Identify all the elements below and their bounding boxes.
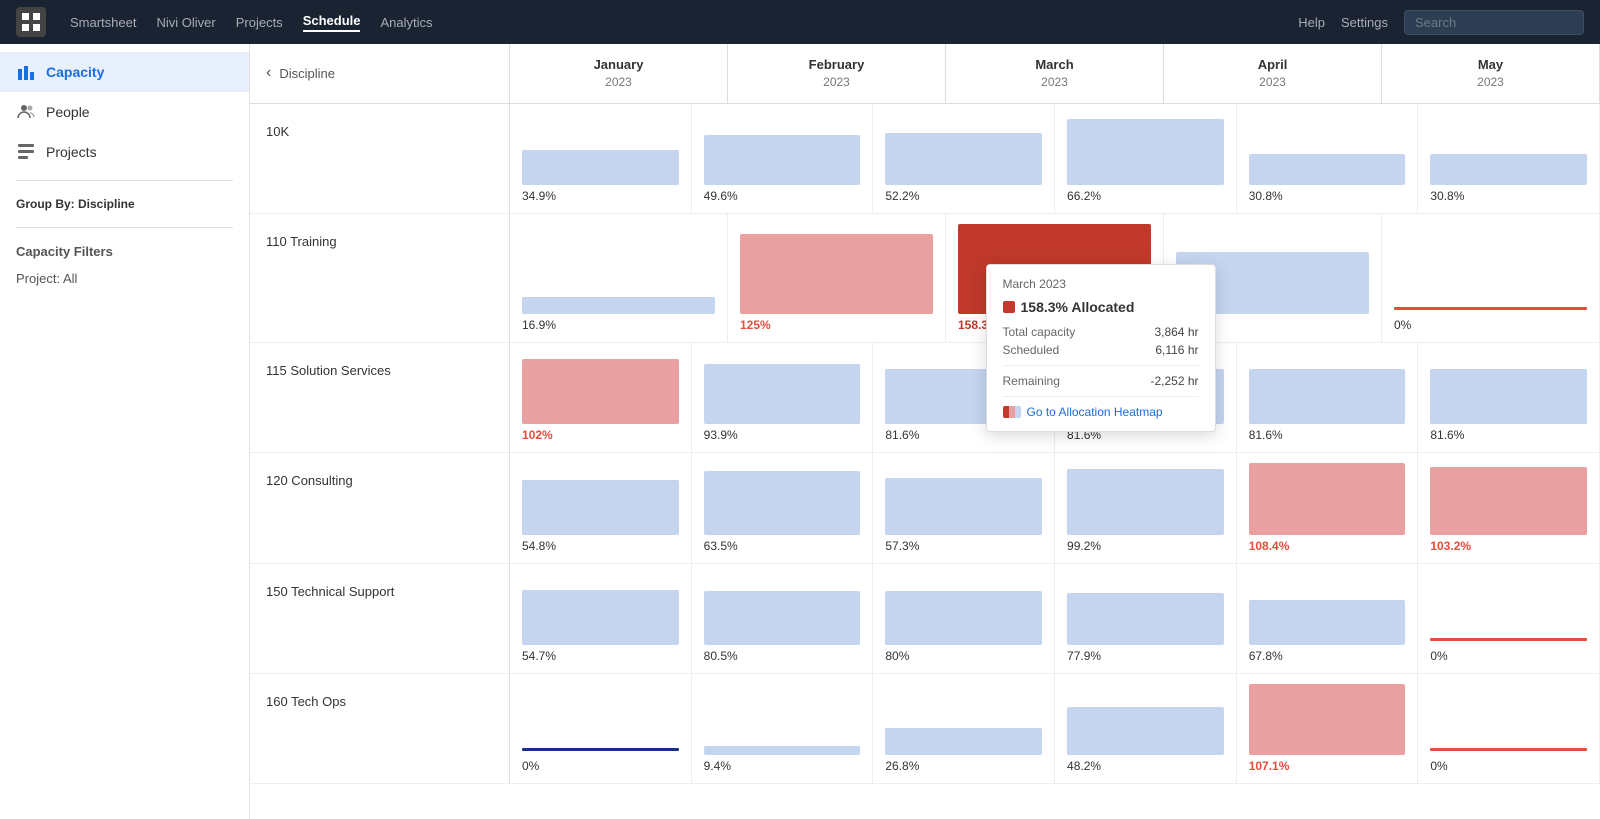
cell-120-may[interactable]: 108.4%: [1237, 453, 1419, 563]
projects-icon: [16, 142, 36, 162]
sidebar-divider: [16, 180, 233, 181]
cell-110-jan[interactable]: 16.9%: [510, 214, 728, 342]
sidebar-divider-2: [16, 227, 233, 228]
cell-10k-feb[interactable]: 49.6%: [692, 104, 874, 213]
main-content: ‹ Discipline January 2023 February 2023 …: [250, 44, 1600, 819]
cell-120-jan[interactable]: 54.8%: [510, 453, 692, 563]
cell-10k-extra[interactable]: 30.8%: [1418, 104, 1600, 213]
cell-115-may[interactable]: 81.6%: [1237, 343, 1419, 452]
people-icon: [16, 102, 36, 122]
cell-10k-may[interactable]: 30.8%: [1237, 104, 1419, 213]
discipline-10k: 10K: [250, 104, 510, 213]
cell-160-extra[interactable]: 0%: [1418, 674, 1600, 783]
sidebar-item-projects[interactable]: Projects: [0, 132, 249, 172]
nav-right: Help Settings: [1298, 10, 1584, 35]
cell-160-mar[interactable]: 26.8%: [873, 674, 1055, 783]
cell-150-feb[interactable]: 80.5%: [692, 564, 874, 673]
cell-160-jan[interactable]: 0%: [510, 674, 692, 783]
nav-schedule[interactable]: Schedule: [303, 13, 361, 32]
cell-120-apr[interactable]: 99.2%: [1055, 453, 1237, 563]
cell-150-may[interactable]: 67.8%: [1237, 564, 1419, 673]
month-header-feb: February 2023: [728, 44, 946, 103]
table-row: 10K 34.9% 49.6% 52.2% 66.2%: [250, 104, 1600, 214]
discipline-160: 160 Tech Ops: [250, 674, 510, 783]
cell-160-may[interactable]: 107.1%: [1237, 674, 1419, 783]
month-header-jan: January 2023: [510, 44, 728, 103]
cell-115-mar[interactable]: 81.6%: [873, 343, 1055, 452]
header-row: ‹ Discipline January 2023 February 2023 …: [250, 44, 1600, 104]
table-row: 115 Solution Services 102% 93.9% 81.6% 8…: [250, 343, 1600, 453]
month-header-apr: April 2023: [1164, 44, 1382, 103]
cell-110-feb[interactable]: 125%: [728, 214, 946, 342]
month-header-mar: March 2023: [946, 44, 1164, 103]
cell-160-apr[interactable]: 48.2%: [1055, 674, 1237, 783]
cell-10k-jan[interactable]: 34.9%: [510, 104, 692, 213]
nav-user[interactable]: Nivi Oliver: [156, 15, 215, 30]
cell-110-may[interactable]: 0%: [1382, 214, 1600, 342]
cell-10k-mar[interactable]: 52.2%: [873, 104, 1055, 213]
search-input[interactable]: [1404, 10, 1584, 35]
cell-115-apr[interactable]: 81.6%: [1055, 343, 1237, 452]
nav-settings[interactable]: Settings: [1341, 15, 1388, 30]
discipline-110-training: 110 Training: [250, 214, 510, 342]
cell-10k-apr[interactable]: 66.2%: [1055, 104, 1237, 213]
nav-projects[interactable]: Projects: [236, 15, 283, 30]
cell-115-feb[interactable]: 93.9%: [692, 343, 874, 452]
top-nav: Smartsheet Nivi Oliver Projects Schedule…: [0, 0, 1600, 44]
cell-150-jan[interactable]: 54.7%: [510, 564, 692, 673]
discipline-120: 120 Consulting: [250, 453, 510, 563]
nav-analytics[interactable]: Analytics: [380, 15, 432, 30]
grid-container: ‹ Discipline January 2023 February 2023 …: [250, 44, 1600, 784]
cell-150-apr[interactable]: 77.9%: [1055, 564, 1237, 673]
capacity-filters-label[interactable]: Capacity Filters: [0, 236, 249, 267]
sidebar-capacity-label: Capacity: [46, 64, 104, 80]
nav-links: Smartsheet Nivi Oliver Projects Schedule…: [70, 13, 433, 32]
cell-150-extra[interactable]: 0%: [1418, 564, 1600, 673]
cell-120-extra[interactable]: 103.2%: [1418, 453, 1600, 563]
cell-150-mar[interactable]: 80%: [873, 564, 1055, 673]
discipline-col-label: Discipline: [279, 66, 335, 81]
sidebar: Capacity People Projects Group By: Disci…: [0, 44, 250, 819]
sidebar-people-label: People: [46, 104, 90, 120]
sidebar-item-capacity[interactable]: Capacity: [0, 52, 249, 92]
cell-120-feb[interactable]: 63.5%: [692, 453, 874, 563]
sidebar-item-people[interactable]: People: [0, 92, 249, 132]
group-by-label: Group By: Discipline: [0, 189, 249, 219]
cell-115-jan[interactable]: 102%: [510, 343, 692, 452]
table-row: 160 Tech Ops 0% 9.4% 26.8% 48: [250, 674, 1600, 784]
sidebar-projects-label: Projects: [46, 144, 97, 160]
table-row: 110 Training 16.9% 125% 158.3% March 202…: [250, 214, 1600, 343]
table-row: 120 Consulting 54.8% 63.5% 57.3% 99.2%: [250, 453, 1600, 564]
back-arrow-icon[interactable]: ‹: [266, 64, 271, 82]
discipline-header: ‹ Discipline: [250, 44, 510, 103]
logo: [16, 7, 46, 37]
cell-110-mar[interactable]: 158.3% March 2023 158.3% Allocated Total…: [946, 214, 1164, 342]
discipline-115: 115 Solution Services: [250, 343, 510, 452]
cell-120-mar[interactable]: 57.3%: [873, 453, 1055, 563]
cell-110-apr[interactable]: 62.1%: [1164, 214, 1382, 342]
layout: Capacity People Projects Group By: Disci…: [0, 44, 1600, 819]
nav-smartsheet[interactable]: Smartsheet: [70, 15, 136, 30]
nav-help[interactable]: Help: [1298, 15, 1325, 30]
month-header-may: May 2023: [1382, 44, 1600, 103]
project-filter-label[interactable]: Project: All: [0, 267, 249, 290]
cell-115-extra[interactable]: 81.6%: [1418, 343, 1600, 452]
discipline-150: 150 Technical Support: [250, 564, 510, 673]
cell-160-feb[interactable]: 9.4%: [692, 674, 874, 783]
table-row: 150 Technical Support 54.7% 80.5% 80% 77…: [250, 564, 1600, 674]
capacity-icon: [16, 62, 36, 82]
